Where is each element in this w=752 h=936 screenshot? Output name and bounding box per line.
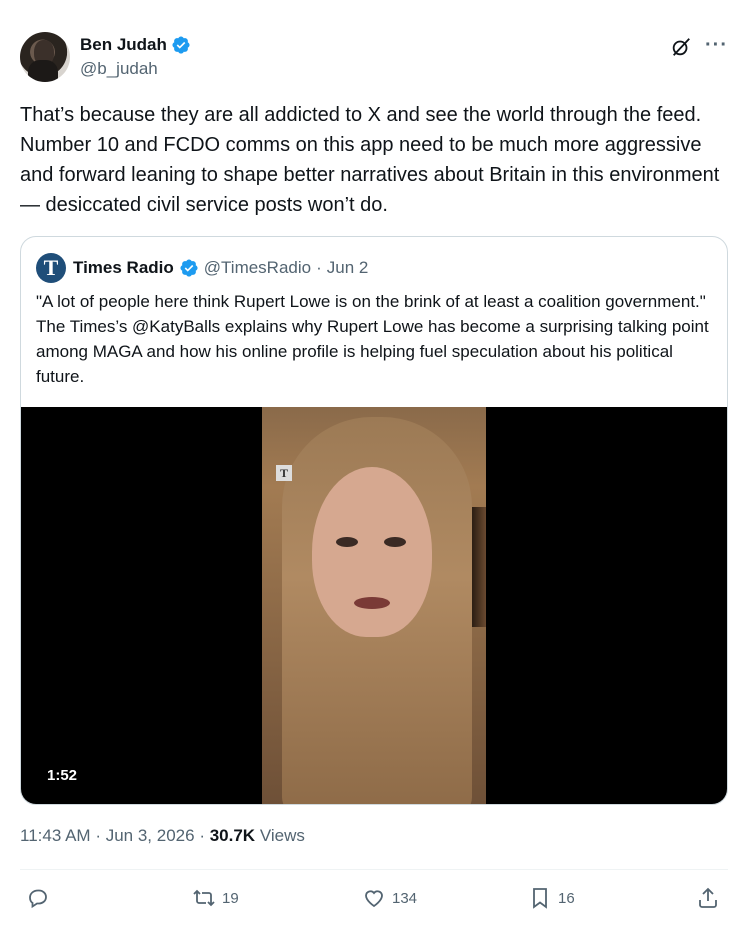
- tweet-meta: 11:43 AM · Jun 3, 2026 · 30.7K Views: [20, 826, 305, 846]
- verified-icon: [172, 36, 190, 54]
- author-handle[interactable]: @b_judah: [80, 58, 191, 80]
- bookmark-button[interactable]: 16: [528, 886, 575, 910]
- video-duration: 1:52: [47, 767, 78, 784]
- tweet-time[interactable]: 11:43 AM: [20, 826, 91, 845]
- grok-icon[interactable]: [670, 36, 692, 58]
- quoted-handle: @TimesRadio: [203, 258, 312, 277]
- times-watermark-icon: T: [276, 465, 292, 481]
- tweet-text: That’s because they are all addicted to …: [20, 104, 720, 216]
- views-count: 30.7K: [209, 826, 256, 845]
- reply-icon: [29, 889, 47, 909]
- quoted-text: "A lot of people here think Rupert Lowe …: [36, 292, 709, 386]
- quoted-tweet[interactable]: T Times Radio @TimesRadio · Jun 2 "A lot…: [20, 236, 728, 805]
- meta-separator: ·: [199, 826, 205, 845]
- retweet-button[interactable]: 19: [192, 886, 239, 910]
- author-block: Ben Judah @b_judah: [80, 34, 191, 80]
- more-icon[interactable]: ···: [705, 34, 728, 57]
- quoted-author-name: Times Radio: [73, 258, 174, 277]
- avatar[interactable]: [20, 32, 70, 82]
- action-bar: 19 134 16: [20, 886, 732, 916]
- author-name[interactable]: Ben Judah: [80, 34, 167, 56]
- quoted-tweet-header: T Times Radio @TimesRadio · Jun 2: [36, 253, 368, 283]
- bookmark-icon: [533, 888, 547, 909]
- like-count: 134: [392, 889, 418, 907]
- reply-button[interactable]: [26, 886, 56, 910]
- tweet-header: Ben Judah @b_judah ···: [20, 32, 732, 84]
- share-icon: [699, 887, 717, 908]
- retweet-count: 19: [222, 889, 239, 907]
- views-label: Views: [259, 826, 305, 845]
- like-button[interactable]: 134: [362, 886, 417, 910]
- video-frame: T: [262, 407, 486, 804]
- bookmark-count: 16: [558, 889, 575, 907]
- retweet-icon: [193, 889, 215, 907]
- divider: [20, 869, 728, 870]
- quoted-separator: ·: [316, 258, 322, 277]
- like-icon: [365, 890, 383, 908]
- share-button[interactable]: [696, 886, 720, 910]
- tweet-date[interactable]: Jun 3, 2026: [106, 826, 195, 845]
- verified-icon: [180, 259, 198, 277]
- meta-separator: ·: [95, 826, 101, 845]
- video-player[interactable]: T 1:52: [21, 407, 727, 804]
- quoted-date: Jun 2: [326, 258, 369, 277]
- quoted-avatar[interactable]: T: [36, 253, 66, 283]
